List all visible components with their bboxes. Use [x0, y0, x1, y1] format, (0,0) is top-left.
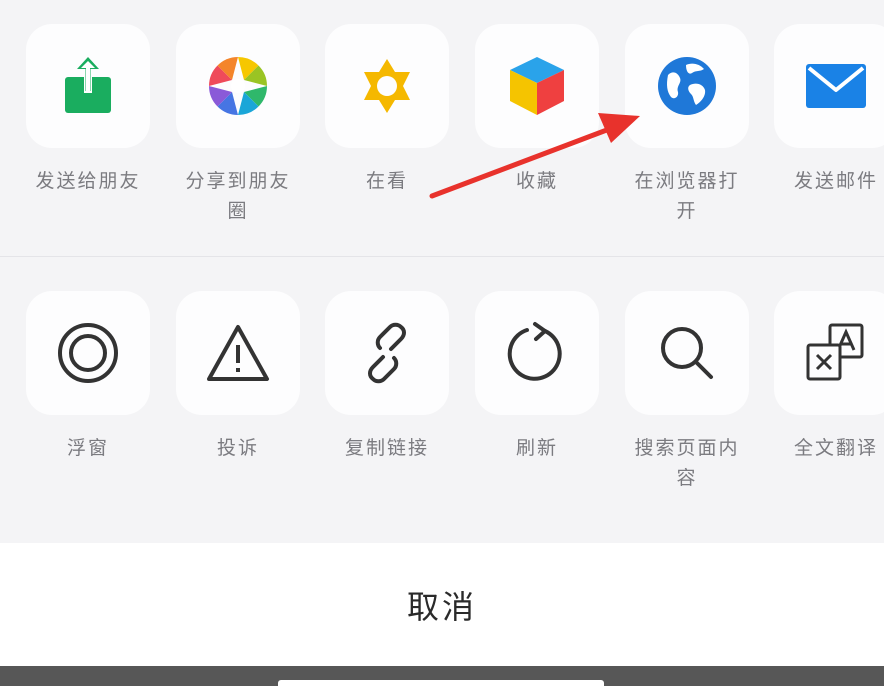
moments-aperture-icon	[209, 57, 267, 115]
open-in-browser-label: 在浏览器打开	[634, 170, 740, 222]
open-in-browser-button[interactable]	[625, 24, 749, 148]
wow-label: 在看	[365, 170, 408, 192]
refresh-icon	[507, 322, 562, 381]
refresh-label: 刷新	[515, 437, 558, 459]
float-window-label: 浮窗	[66, 437, 109, 459]
float-window-item[interactable]: 浮窗	[26, 291, 150, 463]
share-to-moments-button[interactable]	[176, 24, 300, 148]
complain-label: 投诉	[216, 437, 259, 459]
action-row: 浮窗 投诉 复制链接 刷新 搜索页面内容 全文翻译	[0, 266, 884, 516]
favorites-label: 收藏	[515, 170, 558, 192]
float-window-button[interactable]	[26, 291, 150, 415]
wow-item[interactable]: 在看	[325, 24, 449, 196]
complain-item[interactable]: 投诉	[176, 291, 300, 463]
refresh-button[interactable]	[475, 291, 599, 415]
send-email-label: 发送邮件	[793, 170, 878, 192]
send-email-item[interactable]: 发送邮件	[774, 24, 884, 196]
send-to-friend-item[interactable]: 发送给朋友	[26, 24, 150, 196]
translate-icon	[806, 323, 864, 381]
search-page-label: 搜索页面内容	[634, 437, 740, 489]
globe-icon	[658, 57, 716, 115]
action-sheet: 发送给朋友 分享到朋友圈 在看 收藏 在浏览器打开 发送邮件 浮窗 投诉 复制链…	[0, 0, 884, 543]
favorites-cube-icon	[510, 57, 564, 115]
search-page-button[interactable]	[625, 291, 749, 415]
translate-button[interactable]	[774, 291, 884, 415]
share-to-moments-item[interactable]: 分享到朋友圈	[176, 24, 300, 226]
share-to-moments-label: 分享到朋友圈	[185, 170, 291, 222]
open-in-browser-item[interactable]: 在浏览器打开	[625, 24, 749, 226]
search-page-item[interactable]: 搜索页面内容	[625, 291, 749, 493]
share-row: 发送给朋友 分享到朋友圈 在看 收藏 在浏览器打开 发送邮件	[0, 0, 884, 250]
wow-star-icon	[364, 59, 410, 113]
copy-link-button[interactable]	[325, 291, 449, 415]
send-email-button[interactable]	[774, 24, 884, 148]
translate-item[interactable]: 全文翻译	[774, 291, 884, 463]
float-window-icon	[58, 323, 118, 383]
complain-button[interactable]	[176, 291, 300, 415]
send-to-friend-button[interactable]	[26, 24, 150, 148]
favorites-button[interactable]	[475, 24, 599, 148]
home-indicator[interactable]	[278, 680, 604, 686]
share-up-icon	[65, 57, 111, 113]
cancel-button[interactable]: 取消	[0, 543, 884, 666]
translate-label: 全文翻译	[793, 437, 878, 459]
search-icon	[661, 327, 713, 379]
cancel-label: 取消	[406, 587, 477, 626]
send-to-friend-label: 发送给朋友	[35, 170, 141, 192]
refresh-item[interactable]: 刷新	[475, 291, 599, 463]
copy-link-label: 复制链接	[344, 437, 429, 459]
link-icon	[368, 322, 406, 384]
warning-icon	[207, 325, 269, 381]
copy-link-item[interactable]: 复制链接	[325, 291, 449, 463]
mail-icon	[806, 64, 866, 108]
row-divider	[0, 256, 884, 257]
favorites-item[interactable]: 收藏	[475, 24, 599, 196]
wow-button[interactable]	[325, 24, 449, 148]
